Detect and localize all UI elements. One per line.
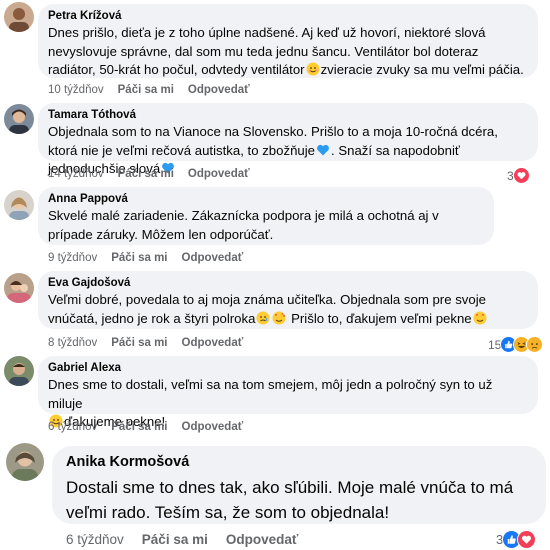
comment-bubble: Gabriel Alexa Dnes sme to dostali, veľmi…	[38, 356, 538, 429]
reaction-summary[interactable]: 15	[488, 336, 544, 353]
like-button[interactable]: Páči sa mi	[111, 252, 167, 264]
reply-button[interactable]: Odpovedať	[188, 84, 250, 96]
comment-age[interactable]: 8 týždňov	[48, 337, 97, 349]
love-reaction-icon	[512, 167, 530, 184]
avatar[interactable]	[4, 273, 34, 303]
comment-meta: 8 týždňov Páči sa mi Odpovedať	[48, 337, 257, 349]
comment-text: Veľmi dobré, povedala to aj moja známa u…	[48, 292, 487, 326]
reply-button[interactable]: Odpovedať	[188, 168, 250, 180]
reply-button[interactable]: Odpovedať	[182, 252, 244, 264]
comment-text: Dnes prišlo, dieťa je z toho úplne nadše…	[48, 25, 524, 77]
reply-button[interactable]: Odpovedať	[182, 337, 244, 349]
comment-author[interactable]: Anna Pappová	[48, 193, 484, 205]
comment-age[interactable]: 6 týždňov	[48, 421, 97, 433]
comment-age[interactable]: 10 týždňov	[48, 84, 104, 96]
comment-author[interactable]: Petra Krížová	[48, 10, 528, 22]
comment-meta: 14 týždňov Páči sa mi Odpovedať	[48, 168, 264, 180]
hearts-face-emoji	[473, 311, 487, 325]
sad-reaction-icon	[526, 336, 544, 353]
reply-button[interactable]: Odpovedať	[182, 421, 244, 433]
avatar[interactable]	[6, 443, 44, 481]
avatar[interactable]	[4, 104, 34, 134]
like-button[interactable]: Páči sa mi	[118, 168, 174, 180]
comment-bubble: Tamara Tóthová Objednala som to na Viano…	[38, 103, 538, 176]
comment-bubble: Anika Kormošová Dostali sme to dnes tak,…	[52, 446, 546, 524]
avatar[interactable]	[4, 356, 34, 386]
reply-button[interactable]: Odpovedať	[226, 532, 298, 547]
comment-age[interactable]: 6 týždňov	[66, 532, 124, 547]
avatar[interactable]	[4, 2, 34, 32]
avatar[interactable]	[4, 190, 34, 220]
comment-author[interactable]: Eva Gajdošová	[48, 277, 528, 289]
comment-author[interactable]: Gabriel Alexa	[48, 362, 528, 374]
smiling-face-emoji	[306, 62, 320, 76]
comment-bubble: Petra Krížová Dnes prišlo, dieťa je z to…	[38, 4, 538, 78]
comment-meta: 6 týždňov Páči sa mi Odpovedať	[48, 421, 257, 433]
comment-bubble: Eva Gajdošová Veľmi dobré, povedala to a…	[38, 271, 538, 329]
comment-age[interactable]: 14 týždňov	[48, 168, 104, 180]
reaction-count: 15	[488, 337, 502, 352]
blue-heart-emoji	[316, 143, 330, 157]
like-button[interactable]: Páči sa mi	[118, 84, 174, 96]
comment-author[interactable]: Tamara Tóthová	[48, 109, 528, 121]
comment-text: Dostali sme to dnes tak, ako sľúbili. Mo…	[66, 478, 514, 522]
hearts-face-emoji	[272, 311, 286, 325]
reaction-summary[interactable]: 3	[496, 530, 537, 549]
comment-age[interactable]: 9 týždňov	[48, 252, 97, 264]
like-button[interactable]: Páči sa mi	[111, 337, 167, 349]
comment-meta: 9 týždňov Páči sa mi Odpovedať	[48, 252, 257, 264]
like-button[interactable]: Páči sa mi	[142, 532, 208, 547]
comment-bubble: Anna Pappová Skvelé malé zariadenie. Zák…	[38, 187, 494, 245]
comment-author[interactable]: Anika Kormošová	[66, 454, 532, 470]
comment-meta: 10 týždňov Páči sa mi Odpovedať	[48, 84, 264, 96]
like-button[interactable]: Páči sa mi	[111, 421, 167, 433]
love-reaction-icon	[517, 530, 537, 549]
sad-face-emoji	[256, 311, 270, 325]
reaction-summary[interactable]: 3	[507, 167, 530, 184]
comment-meta: 6 týždňov Páči sa mi Odpovedať	[66, 532, 312, 547]
comment-text: Skvelé malé zariadenie. Zákaznícka podpo…	[48, 208, 439, 242]
